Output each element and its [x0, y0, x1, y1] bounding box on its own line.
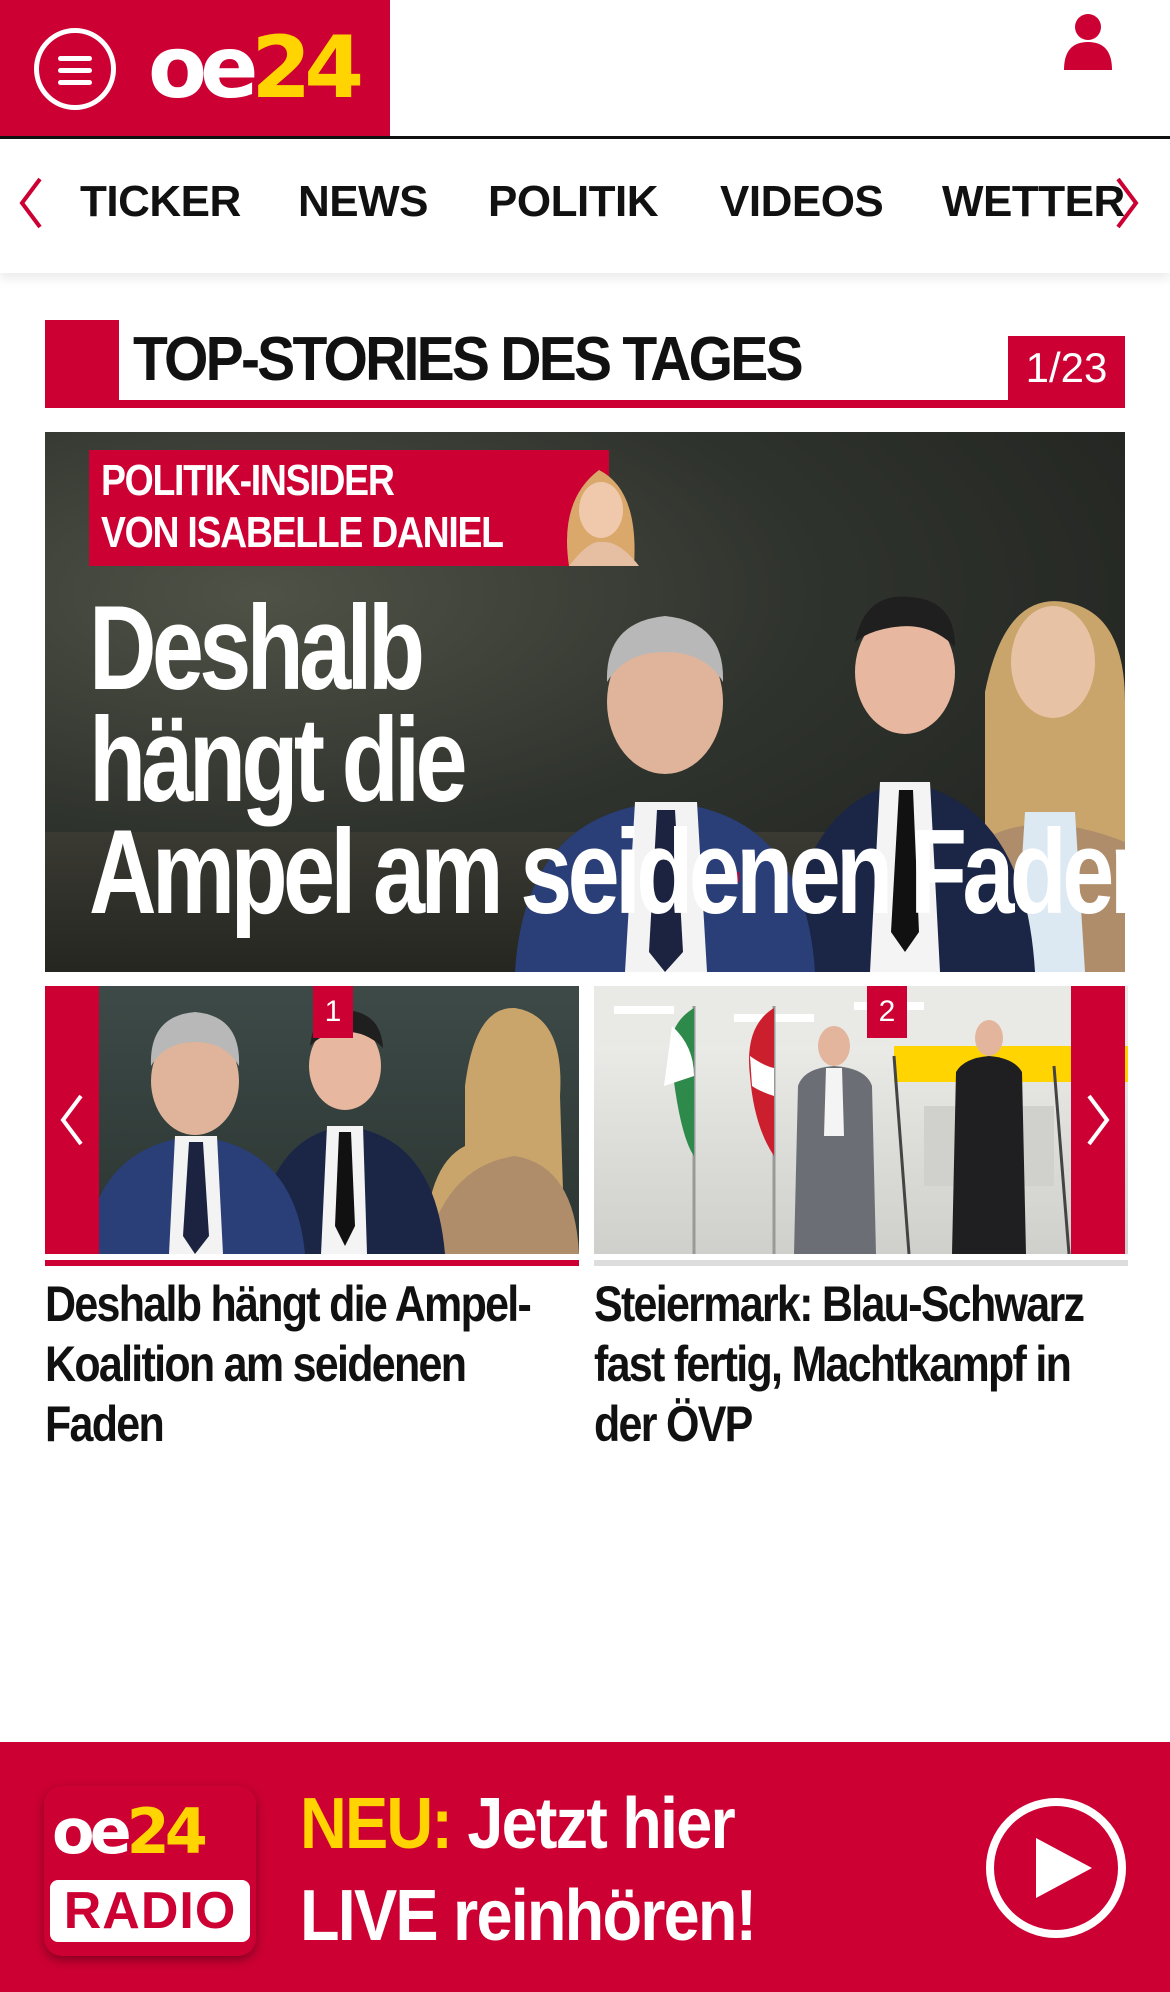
columnist-portrait [567, 470, 639, 566]
story-headline[interactable]: Steiermark: Blau-Schwarz fast fertig, Ma… [594, 1274, 1127, 1454]
inactive-indicator [594, 1260, 1128, 1266]
site-logo[interactable]: oe24 [148, 18, 364, 118]
badge-line-1: POLITIK-INSIDER [101, 456, 395, 505]
story-number-badge: 2 [867, 986, 907, 1038]
section-header: TOP-STORIES DES TAGES 1/23 [45, 320, 1125, 408]
active-indicator [45, 1260, 579, 1266]
section-accent [45, 320, 119, 408]
nav-item-videos[interactable]: VIDEOS [720, 177, 884, 227]
hero-headline-line-1: Deshalb [89, 581, 425, 715]
chevron-right-icon [1087, 1094, 1110, 1146]
radio-banner[interactable]: oe24 RADIO NEU: Jetzt hier LIVE reinhöre… [0, 1742, 1170, 1992]
radio-logo-wordmark: oe24 [52, 1792, 208, 1872]
carousel-next-button[interactable] [1071, 986, 1125, 1254]
nav-item-ticker[interactable]: TICKER [80, 177, 241, 227]
radio-logo-number: 24 [126, 1795, 208, 1868]
hero-headline: Deshalb hängt die Ampel am seidenen Fade… [89, 581, 1125, 939]
hero-headline-line-2: hängt die [89, 693, 468, 827]
story-image: 1 [45, 986, 579, 1254]
play-button[interactable] [986, 1798, 1126, 1938]
radio-new-label: NEU: [300, 1784, 453, 1864]
user-icon[interactable] [1062, 12, 1114, 70]
brand-block: oe24 [0, 0, 390, 136]
story-headline[interactable]: Deshalb hängt die Ampel-Koalition am sei… [45, 1274, 578, 1454]
carousel-prev-button[interactable] [45, 986, 99, 1254]
story-image-press [594, 986, 1128, 1254]
nav-next-icon[interactable] [1112, 175, 1142, 231]
badge-line-2: VON ISABELLE DANIEL [101, 508, 504, 557]
radio-line-2: LIVE reinhören! [300, 1876, 757, 1956]
story-carousel: 1 Deshalb hängt die Ampel-Koalition am s… [45, 986, 1128, 1452]
nav-item-wetter[interactable]: WETTER [942, 177, 1125, 227]
site-header: oe24 [0, 0, 1170, 139]
story-image-people [85, 1007, 579, 1254]
story-image: 2 [594, 986, 1128, 1254]
nav-item-politik[interactable]: POLITIK [488, 177, 659, 227]
radio-logo-label: RADIO [50, 1880, 250, 1942]
category-nav: TICKER NEWS POLITIK VIDEOS WETTER [0, 139, 1170, 273]
story-card[interactable]: 2 Steiermark: Blau-Schwarz fast fertig, … [594, 986, 1128, 1454]
logo-number: 24 [251, 18, 364, 118]
logo-prefix: oe [148, 18, 258, 118]
play-icon [1036, 1838, 1092, 1898]
story-card[interactable]: 1 Deshalb hängt die Ampel-Koalition am s… [45, 986, 579, 1454]
story-number-badge: 1 [313, 986, 353, 1038]
columnist-badge: POLITIK-INSIDER VON ISABELLE DANIEL [89, 450, 639, 566]
hero-story[interactable]: POLITIK-INSIDER VON ISABELLE DANIEL Desh… [45, 432, 1125, 972]
section-title: TOP-STORIES DES TAGES [133, 325, 804, 394]
slide-counter: 1/23 [1008, 336, 1125, 400]
radio-logo: oe24 RADIO [44, 1786, 256, 1956]
hero-headline-line-3: Ampel am seidenen Faden [89, 805, 1125, 939]
nav-prev-icon[interactable] [16, 175, 46, 231]
radio-logo-prefix: oe [52, 1795, 132, 1868]
radio-line-1: Jetzt hier [467, 1784, 735, 1864]
chevron-left-icon [60, 1094, 83, 1146]
radio-promo-text: NEU: Jetzt hier LIVE reinhören! [300, 1778, 757, 1962]
section-divider [45, 400, 1125, 408]
nav-item-news[interactable]: NEWS [298, 177, 429, 227]
menu-icon[interactable] [34, 28, 116, 110]
